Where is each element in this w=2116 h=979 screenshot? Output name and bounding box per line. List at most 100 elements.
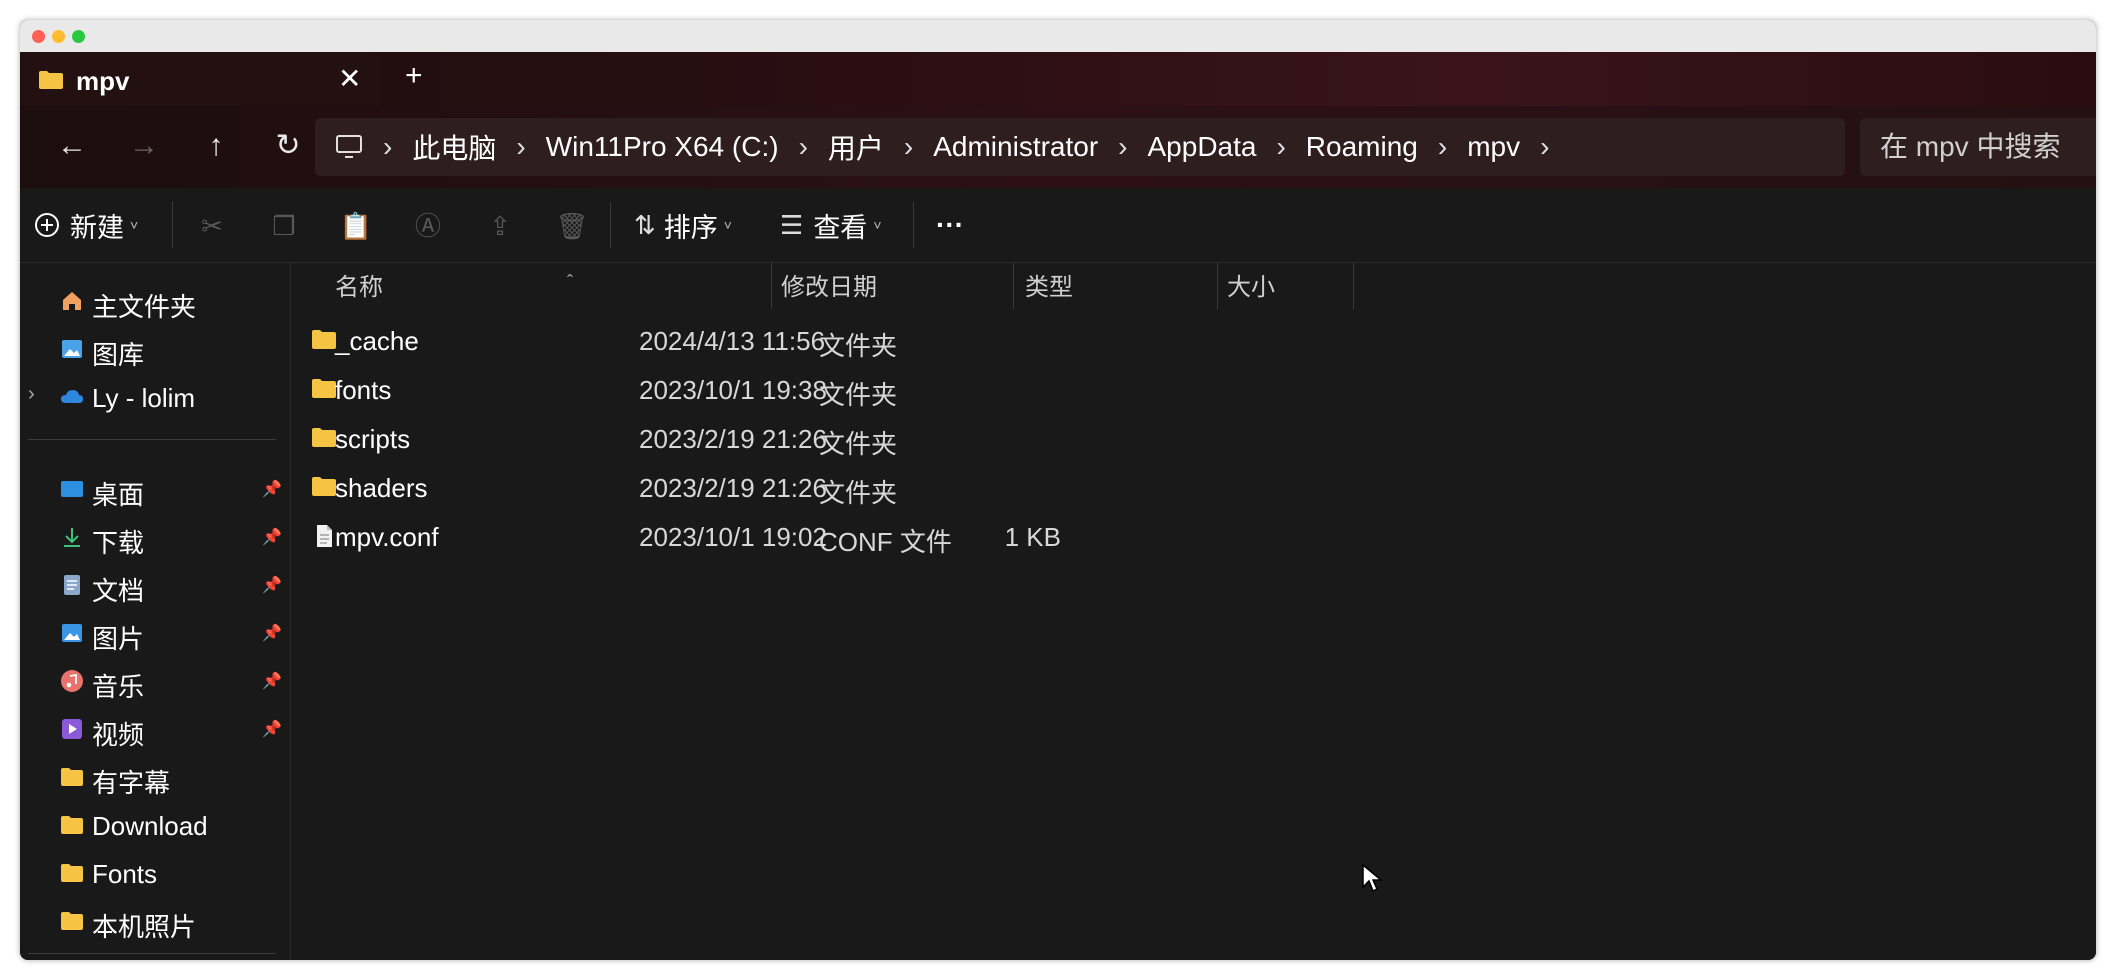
computer-icon xyxy=(336,135,362,158)
file-row[interactable]: shaders 2023/2/19 21:26 文件夹 xyxy=(301,465,1301,509)
breadcrumb-separator[interactable]: › xyxy=(1536,131,1553,163)
paste-icon[interactable]: 📋 xyxy=(336,206,376,246)
new-button[interactable]: 新建 ˅ xyxy=(34,202,138,248)
file-list: ˆ 名称 修改日期 类型 大小 _cache 2024/4/13 11:56 文… xyxy=(291,263,2096,960)
close-tab-button[interactable]: ✕ xyxy=(338,62,361,95)
chevron-down-icon: ˅ xyxy=(130,217,139,233)
sidebar-item-downloads[interactable]: 下载 📌 xyxy=(20,515,290,559)
cloud-icon xyxy=(61,390,83,403)
sidebar-item-gallery[interactable]: 图库 xyxy=(20,327,290,371)
breadcrumb-separator[interactable]: › xyxy=(1114,131,1131,163)
sidebar-item-pictures[interactable]: 图片 📌 xyxy=(20,611,290,655)
toolbar-divider xyxy=(172,202,173,248)
more-options-button[interactable]: ··· xyxy=(936,202,964,248)
column-header-name[interactable]: ˆ 名称 xyxy=(335,263,635,313)
toolbar-divider xyxy=(913,202,914,248)
breadcrumb-this-pc[interactable]: 此电脑 xyxy=(396,127,512,167)
file-type: CONF 文件 xyxy=(819,527,952,557)
file-icon xyxy=(317,525,332,547)
pin-icon: 📌 xyxy=(262,481,282,498)
address-bar[interactable]: › 此电脑 › Win11Pro X64 (C:) › 用户 › Adminis… xyxy=(315,118,1845,176)
sidebar-item-folder[interactable]: Fonts xyxy=(20,851,290,895)
breadcrumb-drive-c[interactable]: Win11Pro X64 (C:) xyxy=(530,131,795,163)
refresh-button[interactable]: ↻ xyxy=(264,122,312,170)
file-row[interactable]: fonts 2023/10/1 19:38 文件夹 xyxy=(301,367,1301,411)
copy-icon[interactable]: ❐ xyxy=(264,206,304,246)
sidebar-item-music[interactable]: 音乐 📌 xyxy=(20,659,290,703)
delete-icon[interactable]: 🗑 xyxy=(552,206,592,246)
sidebar-item-onedrive[interactable]: › Ly - lolim xyxy=(20,375,290,419)
sidebar-item-label: 图片 xyxy=(92,624,145,654)
breadcrumb-separator[interactable]: › xyxy=(900,131,917,163)
sidebar-divider xyxy=(28,953,276,954)
maximize-window-button[interactable] xyxy=(72,30,85,43)
column-name-label: 名称 xyxy=(335,274,383,301)
pin-icon: 📌 xyxy=(262,625,282,642)
breadcrumb-separator[interactable]: › xyxy=(795,131,812,163)
file-row[interactable]: mpv.conf 2023/10/1 19:02 CONF 文件 1 KB xyxy=(301,514,1301,558)
forward-button[interactable]: → xyxy=(120,122,168,170)
column-header-type[interactable]: 类型 xyxy=(1025,263,1205,313)
rename-icon[interactable]: Ⓐ xyxy=(408,206,448,246)
view-label: 查看 xyxy=(813,212,868,243)
breadcrumb-users[interactable]: 用户 xyxy=(812,127,900,167)
sidebar-item-folder[interactable]: 本机照片 xyxy=(20,899,290,943)
minimize-window-button[interactable] xyxy=(52,30,65,43)
cut-icon[interactable]: ✂ xyxy=(192,206,232,246)
search-input[interactable] xyxy=(1860,118,2096,176)
new-label: 新建 xyxy=(70,212,124,243)
breadcrumb-separator[interactable]: › xyxy=(1434,131,1451,163)
folder-icon xyxy=(39,71,63,89)
sidebar-divider xyxy=(28,439,276,440)
sidebar-item-folder[interactable]: Download xyxy=(20,803,290,847)
command-bar: 新建 ˅ ✂ ❐ 📋 Ⓐ ⇪ 🗑 ⇅ 排序 ˅ ☰ 查看 ˅ ··· xyxy=(20,188,2096,263)
folder-icon xyxy=(312,428,336,447)
breadcrumb-separator[interactable]: › xyxy=(379,131,396,163)
sidebar-item-home[interactable]: 主文件夹 xyxy=(20,279,290,323)
back-button[interactable]: ← xyxy=(48,122,96,170)
breadcrumb-administrator[interactable]: Administrator xyxy=(917,131,1114,163)
column-header-size[interactable]: 大小 xyxy=(1227,263,1347,313)
breadcrumb-appdata[interactable]: AppData xyxy=(1132,131,1273,163)
chevron-right-icon[interactable]: › xyxy=(28,383,35,406)
file-explorer-window: mpv ✕ + ← → ↑ ↻ › 此电脑 › Win11Pro X64 (C:… xyxy=(20,20,2096,960)
column-separator[interactable] xyxy=(1353,263,1354,309)
gallery-icon xyxy=(62,340,82,358)
search-box[interactable] xyxy=(1860,118,2096,176)
column-separator[interactable] xyxy=(1013,263,1014,309)
sidebar-item-label: 本机照片 xyxy=(92,912,197,942)
tab-strip: mpv ✕ + xyxy=(20,52,2096,106)
column-separator[interactable] xyxy=(771,263,772,309)
file-row[interactable]: scripts 2023/2/19 21:26 文件夹 xyxy=(301,416,1301,460)
file-size: 1 KB xyxy=(1004,522,1061,552)
sidebar-item-desktop[interactable]: 桌面 📌 xyxy=(20,467,290,511)
up-button[interactable]: ↑ xyxy=(192,122,240,170)
sidebar-item-label: Ly - lolim xyxy=(92,383,196,413)
view-button[interactable]: ☰ 查看 ˅ xyxy=(780,202,882,248)
column-header-date[interactable]: 修改日期 xyxy=(781,263,1001,313)
file-row[interactable]: _cache 2024/4/13 11:56 文件夹 xyxy=(301,318,1301,362)
breadcrumb-mpv[interactable]: mpv xyxy=(1451,131,1536,163)
sort-icon: ⇅ xyxy=(634,209,656,240)
file-name: mpv.conf xyxy=(335,522,439,552)
breadcrumb-separator[interactable]: › xyxy=(1272,131,1289,163)
sidebar-item-label: 图库 xyxy=(92,340,145,370)
sidebar-item-videos[interactable]: 视频 📌 xyxy=(20,707,290,751)
pin-icon: 📌 xyxy=(262,529,282,546)
share-icon[interactable]: ⇪ xyxy=(480,206,520,246)
close-window-button[interactable] xyxy=(32,30,45,43)
new-tab-button[interactable]: + xyxy=(405,59,423,93)
folder-icon xyxy=(61,912,83,930)
column-separator[interactable] xyxy=(1217,263,1218,309)
sort-button[interactable]: ⇅ 排序 ˅ xyxy=(634,202,732,248)
toolbar-divider xyxy=(610,202,611,248)
breadcrumb-roaming[interactable]: Roaming xyxy=(1290,131,1434,163)
tab-mpv[interactable]: mpv ✕ xyxy=(20,52,380,106)
document-icon xyxy=(64,575,80,595)
sidebar-item-folder[interactable]: 有字幕 xyxy=(20,755,290,799)
breadcrumb-separator[interactable]: › xyxy=(512,131,529,163)
pin-icon: 📌 xyxy=(262,673,282,690)
sidebar-item-label: 视频 xyxy=(92,720,145,750)
sidebar-item-documents[interactable]: 文档 📌 xyxy=(20,563,290,607)
sidebar-item-label: Fonts xyxy=(92,859,158,889)
